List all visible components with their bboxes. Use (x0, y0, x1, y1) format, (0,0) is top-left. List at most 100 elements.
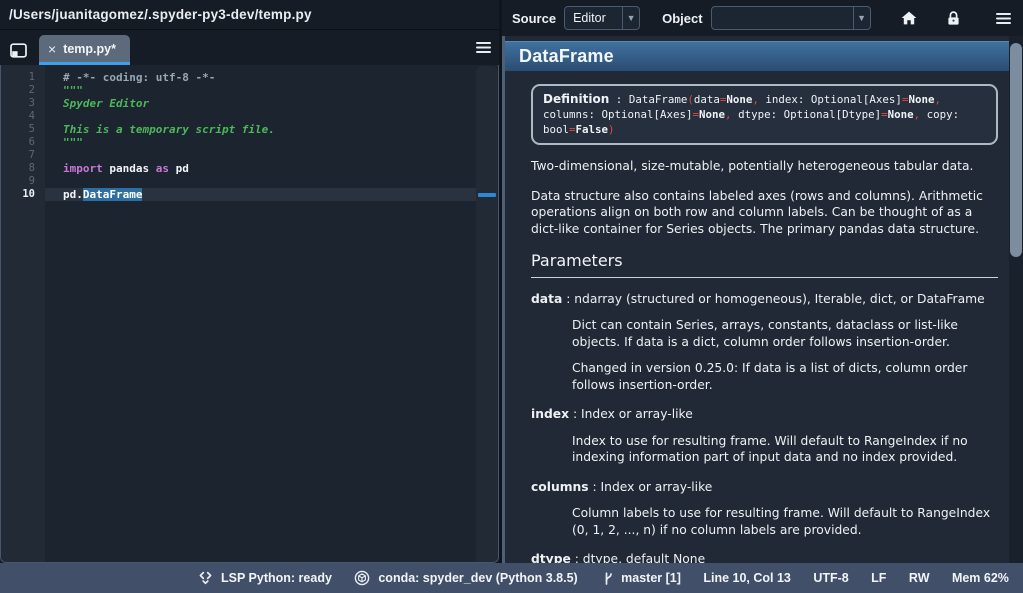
parameter-name: columns (531, 480, 589, 494)
code-token: # -*- coding: utf-8 -*- (63, 71, 215, 84)
line-number: 6 (1, 136, 35, 149)
help-toolbar: Source Editor ▼ Object ▼ (502, 0, 1023, 36)
code-token: """ (63, 136, 83, 149)
code-line[interactable]: This is a temporary script file. (45, 123, 476, 136)
home-button[interactable] (901, 11, 917, 25)
status-label: LSP Python: ready (221, 571, 332, 585)
code-area[interactable]: # -*- coding: utf-8 -*-"""Spyder EditorT… (45, 65, 476, 562)
file-path: /Users/juanitagomez/.spyder-py3-dev/temp… (0, 0, 499, 30)
source-combobox[interactable]: Editor ▼ (564, 6, 640, 30)
editor-tab-bar: × temp.py* (0, 30, 499, 65)
status-item[interactable]: UTF-8 (813, 571, 848, 585)
code-token: import (63, 162, 103, 175)
summary-paragraphs: Two-dimensional, size-mutable, potential… (531, 158, 998, 237)
help-scrollbar-thumb[interactable] (1010, 43, 1022, 257)
status-item[interactable]: conda: spyder_dev (Python 3.8.5) (354, 570, 577, 586)
code-line[interactable]: """ (45, 136, 476, 149)
status-item[interactable]: Line 10, Col 13 (703, 571, 791, 585)
line-number: 1 (1, 71, 35, 84)
definition-segment: , (752, 93, 765, 106)
definition-segment: None (699, 108, 725, 121)
parameter-head: columns : Index or array-like (531, 479, 998, 496)
browse-tabs-button[interactable] (10, 43, 27, 58)
definition-segment: dtype: Optional[Dtype] (738, 108, 881, 121)
summary-paragraph: Data structure also contains labeled axe… (531, 188, 998, 238)
object-combobox[interactable]: ▼ (711, 6, 871, 30)
editor-options-menu-icon[interactable] (476, 42, 491, 53)
help-scrollbar[interactable] (1009, 36, 1023, 563)
code-token: Spyder Editor (63, 97, 149, 110)
source-combobox-value: Editor (565, 11, 622, 25)
code-editor[interactable]: 12345678910 # -*- coding: utf-8 -*-"""Sp… (0, 65, 499, 563)
status-label: conda: spyder_dev (Python 3.8.5) (378, 571, 577, 585)
parameter-description: Changed in version 0.25.0: If data is a … (572, 360, 998, 393)
definition-segment: , (914, 108, 927, 121)
lock-icon (947, 11, 960, 26)
code-line[interactable]: """ (45, 84, 476, 97)
code-token: as (156, 162, 169, 175)
cursor-position-marker (478, 193, 496, 197)
definition-segment: None (908, 93, 934, 106)
status-item[interactable]: Mem 62% (952, 571, 1009, 585)
code-token (169, 162, 176, 175)
line-number: 10 (1, 188, 35, 201)
parameter-description: Dict can contain Series, arrays, constan… (572, 317, 998, 350)
definition-segment: , (725, 108, 738, 121)
home-icon (901, 11, 917, 25)
chevron-down-icon[interactable]: ▼ (622, 7, 639, 29)
parameters-heading: Parameters (531, 253, 998, 278)
line-number: 7 (1, 149, 35, 162)
definition-segment: columns: Optional[Axes] (543, 108, 693, 121)
parameter-item: index : Index or array-likeIndex to use … (531, 406, 998, 466)
code-line[interactable]: Spyder Editor (45, 97, 476, 110)
editor-pane: /Users/juanitagomez/.spyder-py3-dev/temp… (0, 0, 502, 563)
code-line[interactable] (45, 110, 476, 123)
definition-segment: index: Optional[Axes] (765, 93, 902, 106)
parameters-list: data : ndarray (structured or homogeneou… (531, 291, 998, 564)
object-label: Object (662, 11, 702, 26)
line-number: 4 (1, 110, 35, 123)
code-token: DataFrame (83, 188, 143, 201)
code-token: """ (63, 84, 83, 97)
status-item[interactable]: RW (909, 571, 930, 585)
code-token: This is a temporary script file. (63, 123, 275, 136)
status-label: Mem 62% (952, 571, 1009, 585)
line-number: 9 (1, 175, 35, 188)
parameter-name: index (531, 407, 569, 421)
line-number: 8 (1, 162, 35, 175)
parameter-name: dtype (531, 552, 571, 563)
conda-icon (354, 570, 370, 586)
help-document: DataFrame Definition : DataFrame(data=No… (505, 36, 1009, 563)
status-item[interactable]: LF (871, 571, 886, 585)
summary-paragraph: Two-dimensional, size-mutable, potential… (531, 158, 998, 175)
code-line[interactable]: pd.DataFrame (45, 188, 476, 201)
scrollflag-area[interactable] (476, 66, 498, 562)
code-token: pandas (109, 162, 149, 175)
status-item[interactable]: LSP Python: ready (198, 571, 332, 585)
code-line[interactable]: import pandas as pd (45, 162, 476, 175)
definition-box: Definition : DataFrame(data=None, index:… (531, 84, 998, 145)
code-line[interactable] (45, 149, 476, 162)
lock-button[interactable] (947, 11, 960, 26)
parameter-item: columns : Index or array-like Column labe… (531, 479, 998, 539)
source-label: Source (512, 11, 556, 26)
code-line[interactable]: # -*- coding: utf-8 -*- (45, 71, 476, 84)
line-number: 5 (1, 123, 35, 136)
status-label: RW (909, 571, 930, 585)
parameter-description: Column labels to use for resulting frame… (572, 505, 998, 538)
tab-temp-py[interactable]: × temp.py* (39, 35, 130, 65)
code-line[interactable] (45, 175, 476, 188)
branch-icon (600, 571, 613, 586)
parameter-head: data : ndarray (structured or homogeneou… (531, 291, 998, 308)
help-title: DataFrame (505, 41, 1009, 71)
line-number-gutter: 12345678910 (1, 65, 45, 562)
parameter-name: data (531, 292, 562, 306)
lsp-icon (198, 571, 213, 585)
tab-close-icon[interactable]: × (48, 42, 56, 56)
help-content[interactable]: DataFrame Definition : DataFrame(data=No… (502, 36, 1023, 563)
status-label: Line 10, Col 13 (703, 571, 791, 585)
help-options-menu-icon[interactable] (996, 13, 1011, 24)
line-number: 2 (1, 84, 35, 97)
chevron-down-icon[interactable]: ▼ (853, 7, 870, 29)
status-item[interactable]: master [1] (600, 571, 681, 586)
